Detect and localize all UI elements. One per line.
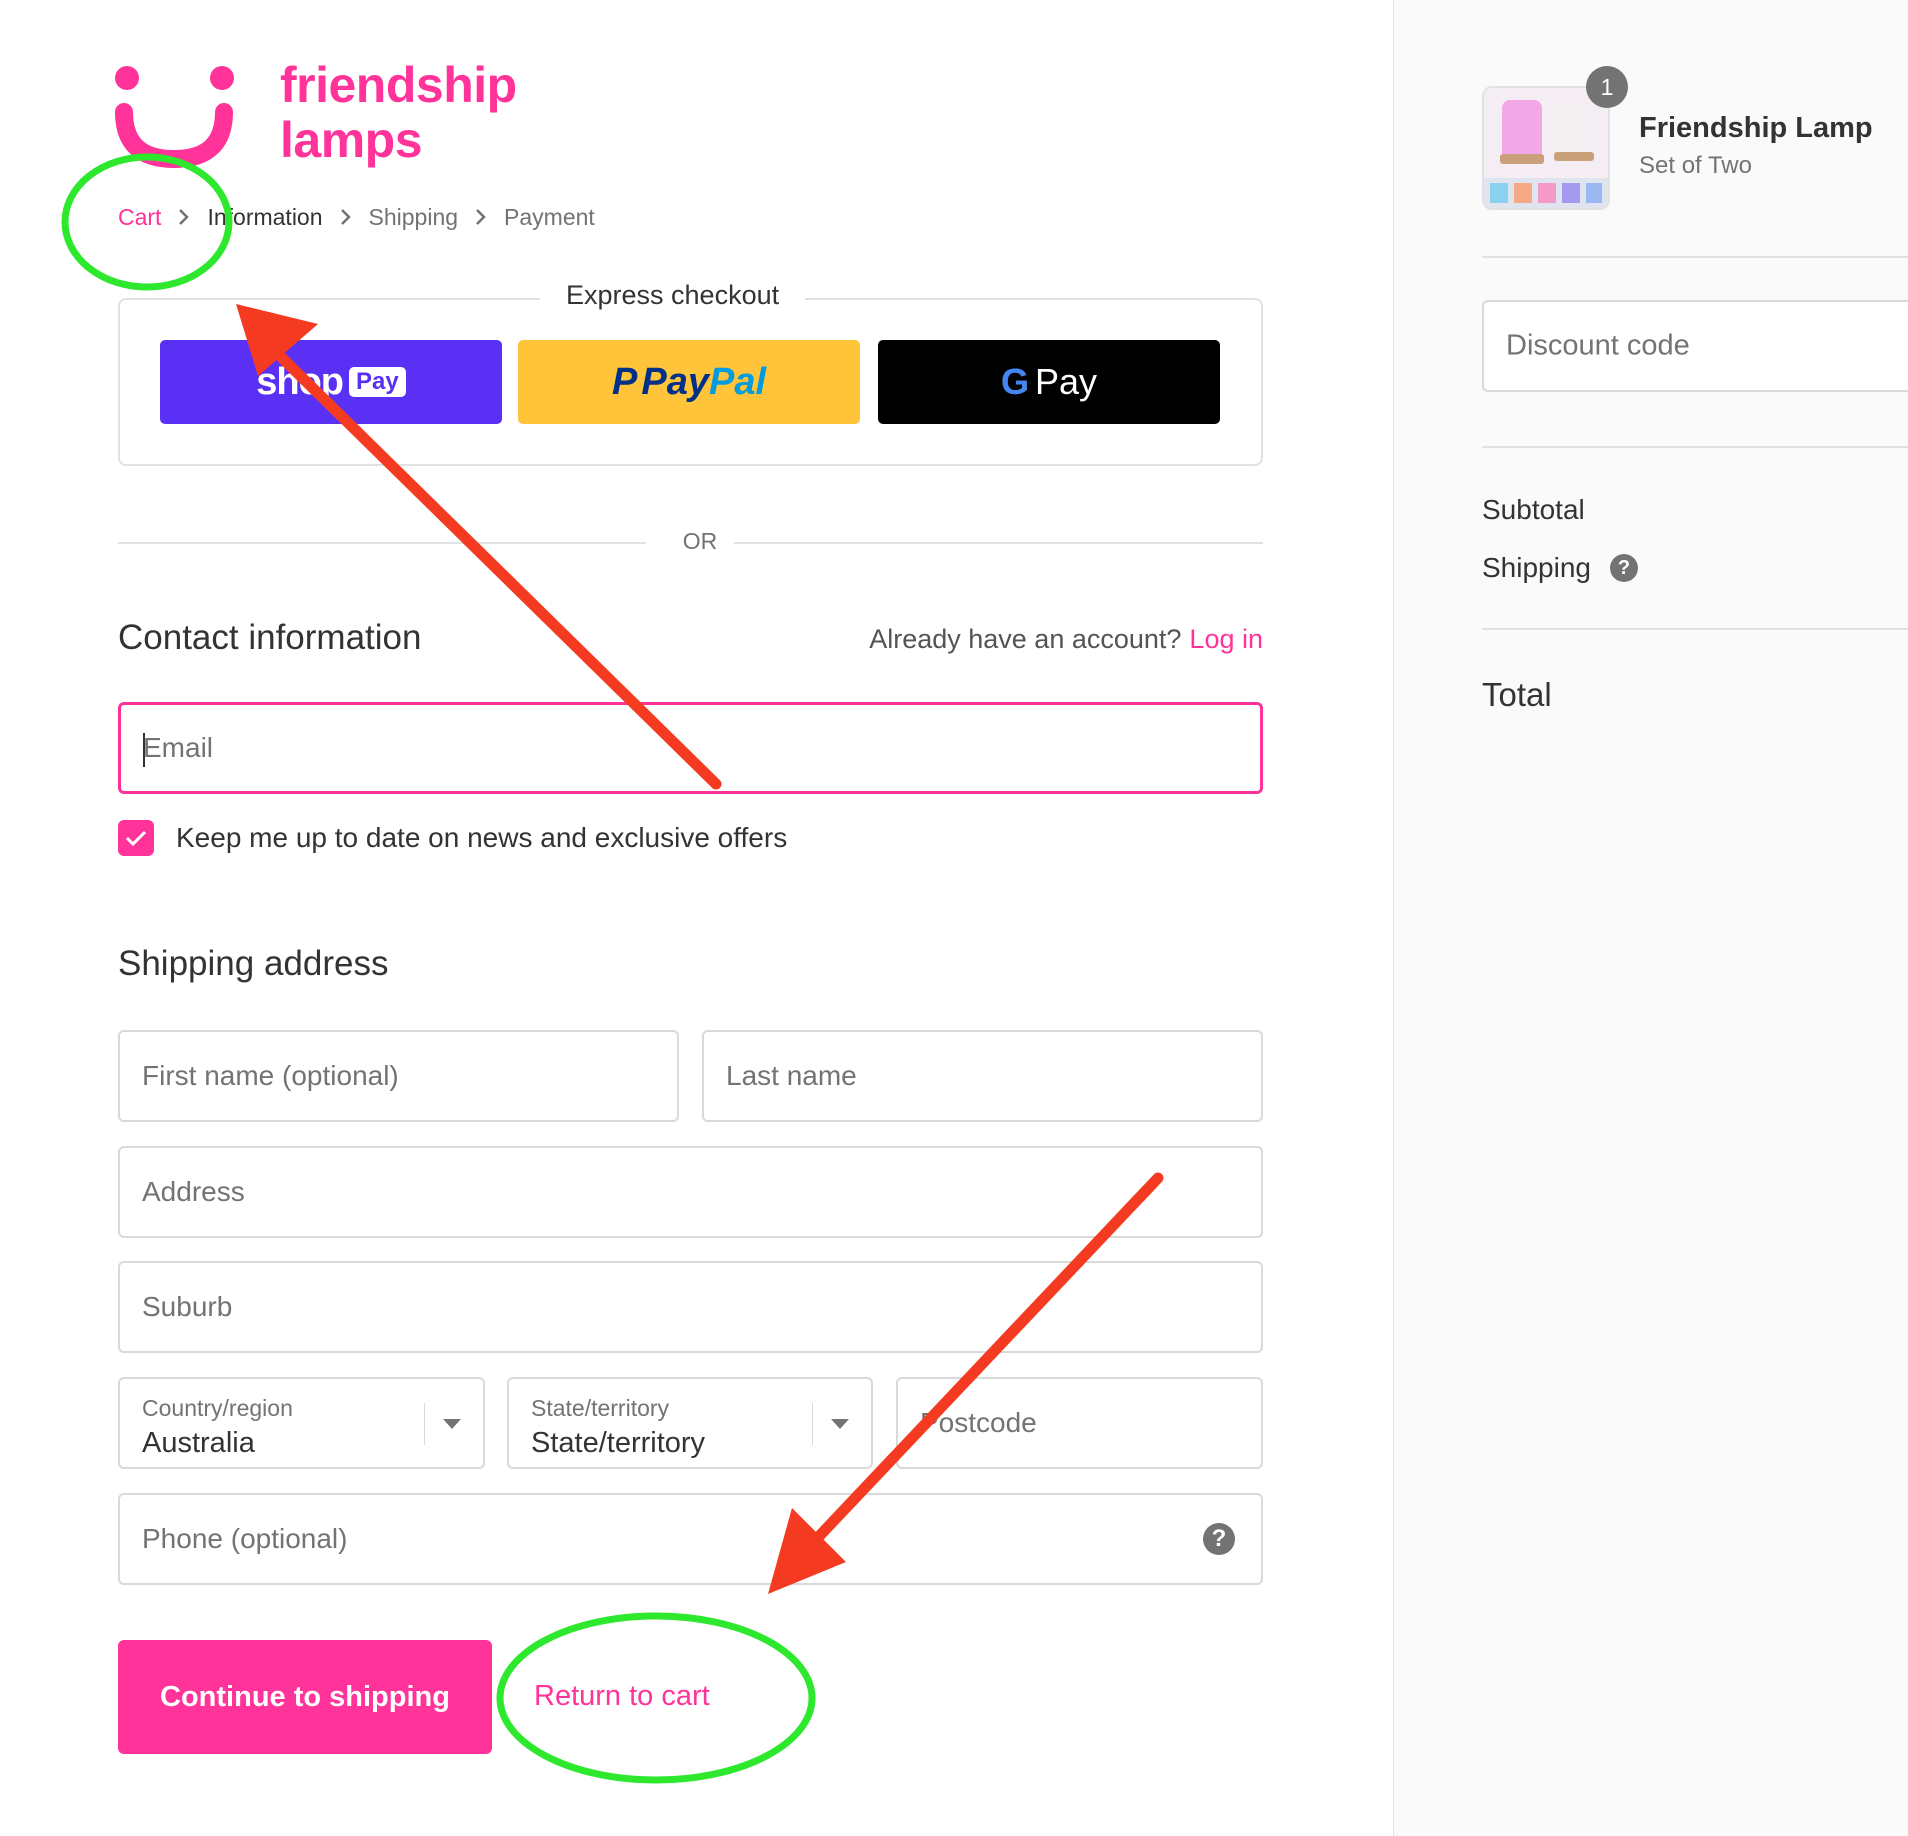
summary-divider — [1482, 256, 1908, 258]
country-select[interactable]: Country/region Australia — [118, 1377, 485, 1469]
account-prompt-text: Already have an account? — [869, 624, 1182, 654]
phone-field[interactable]: Phone (optional) ? — [118, 1493, 1263, 1585]
logo-line-1: friendship — [280, 57, 517, 113]
breadcrumb-cart[interactable]: Cart — [118, 204, 161, 231]
state-label: State/territory — [531, 1395, 670, 1421]
dropdown-arrow-icon — [831, 1419, 849, 1429]
google-g-icon: G — [1000, 361, 1029, 402]
state-select[interactable]: State/territory State/territory — [507, 1377, 873, 1469]
help-icon[interactable]: ? — [1610, 554, 1638, 582]
logo-wordmark: friendship lamps — [280, 58, 517, 168]
subtotal-label: Subtotal — [1482, 494, 1585, 525]
state-value: State/territory — [531, 1427, 706, 1459]
product-variant: Set of Two — [1639, 152, 1752, 179]
phone-placeholder: Phone (optional) — [142, 1523, 348, 1554]
breadcrumb-information: Information — [207, 203, 323, 230]
select-separator — [424, 1403, 425, 1445]
store-logo[interactable]: friendship lamps — [112, 58, 532, 169]
address-field[interactable]: Address — [118, 1146, 1263, 1238]
shipping-label: Shipping — [1482, 552, 1591, 583]
suburb-placeholder: Suburb — [142, 1291, 233, 1322]
first-name-placeholder: First name (optional) — [142, 1060, 399, 1091]
summary-divider — [1482, 446, 1908, 448]
paypal-button[interactable]: P Pay Pal — [518, 340, 860, 424]
shop-pay-button[interactable]: shop Pay — [160, 340, 502, 424]
newsletter-label: Keep me up to date on news and exclusive… — [176, 822, 788, 853]
contact-information-title: Contact information — [118, 618, 422, 657]
email-placeholder: Email — [143, 732, 214, 763]
postcode-placeholder: Postcode — [920, 1407, 1037, 1438]
login-link[interactable]: Log in — [1189, 624, 1263, 654]
chevron-right-icon — [458, 208, 504, 226]
dropdown-arrow-icon — [443, 1419, 461, 1429]
summary-divider — [1482, 628, 1908, 630]
email-field[interactable]: Email — [118, 702, 1263, 794]
logo-line-2: lamps — [280, 112, 423, 168]
chevron-right-icon — [323, 208, 369, 226]
help-icon[interactable]: ? — [1203, 1523, 1235, 1555]
shop-pay-tag: Pay — [349, 367, 406, 397]
google-pay-word: Pay — [1034, 361, 1098, 402]
divider-left — [118, 542, 646, 544]
discount-code-field[interactable]: Discount code — [1482, 300, 1908, 392]
first-name-field[interactable]: First name (optional) — [118, 1030, 679, 1122]
country-value: Australia — [142, 1427, 255, 1459]
smile-logo-icon — [115, 66, 234, 169]
return-to-cart-link[interactable]: Return to cart — [534, 1680, 710, 1713]
discount-placeholder: Discount code — [1506, 329, 1690, 362]
lamp-image — [1484, 88, 1608, 208]
address-placeholder: Address — [142, 1176, 245, 1207]
paypal-icon: P — [611, 360, 638, 403]
google-pay-button[interactable]: G Pay — [878, 340, 1220, 424]
last-name-placeholder: Last name — [726, 1060, 857, 1091]
product-name: Friendship Lamp — [1639, 112, 1873, 144]
postcode-field[interactable]: Postcode — [896, 1377, 1263, 1469]
paypal-word-1: Pay — [641, 360, 709, 403]
total-label: Total — [1482, 676, 1552, 713]
or-divider-text: OR — [682, 528, 718, 554]
paypal-word-2: Pal — [708, 360, 767, 403]
newsletter-checkbox[interactable] — [118, 820, 154, 856]
shop-pay-word: shop — [256, 360, 344, 403]
chevron-right-icon — [161, 208, 207, 226]
shipping-address-title: Shipping address — [118, 944, 389, 983]
breadcrumb-payment: Payment — [504, 203, 595, 230]
country-label: Country/region — [142, 1395, 293, 1421]
breadcrumb: Cart Information Shipping Payment — [118, 203, 595, 231]
quantity-badge: 1 — [1586, 66, 1628, 108]
check-icon — [125, 830, 147, 847]
divider-right — [734, 542, 1263, 544]
checkout-main: friendship lamps Cart Information Shippi… — [0, 0, 1393, 1836]
breadcrumb-shipping: Shipping — [368, 203, 459, 230]
express-checkout-title: Express checkout — [540, 280, 806, 311]
order-summary-sidebar — [1393, 0, 1908, 1836]
continue-to-shipping-button[interactable]: Continue to shipping — [118, 1640, 492, 1754]
suburb-field[interactable]: Suburb — [118, 1261, 1263, 1353]
account-prompt: Already have an account? Log in — [869, 624, 1263, 655]
last-name-field[interactable]: Last name — [702, 1030, 1263, 1122]
select-separator — [812, 1403, 813, 1445]
product-thumbnail — [1482, 86, 1610, 210]
newsletter-option[interactable]: Keep me up to date on news and exclusive… — [118, 820, 787, 856]
